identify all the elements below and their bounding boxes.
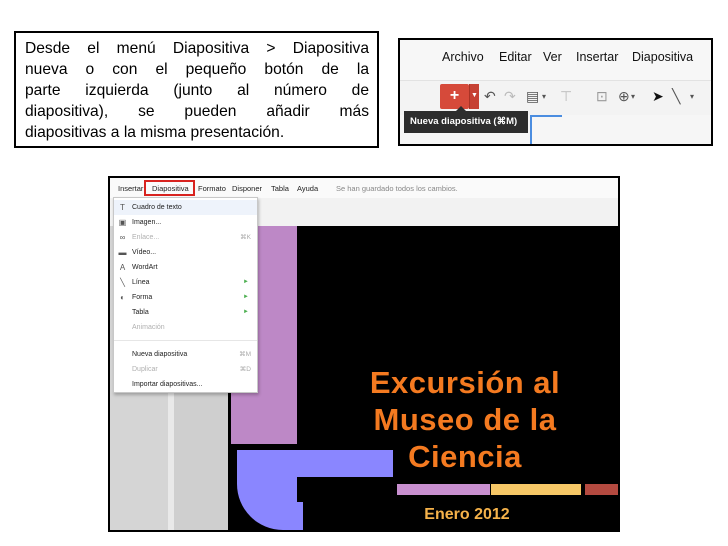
redo-icon[interactable]: ↷ bbox=[504, 88, 516, 105]
editor-screenshot: Insertar Diapositiva Formato Disponer Ta… bbox=[108, 176, 620, 532]
menu-insertar[interactable]: Insertar bbox=[118, 184, 143, 193]
menu-formato[interactable]: Formato bbox=[198, 184, 226, 193]
callout-line: diapositivas a la misma presentación. bbox=[25, 124, 285, 141]
text-box-icon: T bbox=[120, 203, 125, 212]
menu-archivo[interactable]: Archivo bbox=[442, 50, 484, 64]
menu-item-wordart[interactable]: A WordArt bbox=[114, 260, 257, 275]
menu-ver[interactable]: Ver bbox=[543, 50, 562, 64]
submenu-arrow-icon: ► bbox=[243, 294, 249, 300]
menu-item-imagen[interactable]: ▣ Imagen... bbox=[114, 215, 257, 230]
image-icon: ▣ bbox=[118, 218, 127, 227]
chevron-down-icon[interactable]: ▼ bbox=[469, 84, 479, 109]
menu-item-importar-diapositivas[interactable]: Importar diapositivas... bbox=[114, 377, 257, 392]
shape-icon: ◐ bbox=[120, 293, 125, 302]
highlight-box bbox=[144, 180, 195, 196]
instruction-callout: Desde el menú Diapositiva > Diapositiva … bbox=[14, 31, 379, 148]
callout-line: diapositiva), se pueden añadir más bbox=[25, 103, 369, 120]
callout-line: nueva o con el pequeño botón de la bbox=[25, 61, 369, 78]
toolbar-screenshot: Archivo Editar Ver Insertar Diapositiva … bbox=[398, 38, 713, 146]
slide-title: Excursión al Museo de la Ciencia bbox=[315, 364, 615, 475]
menu-item-nueva-diapositiva[interactable]: Nueva diapositiva ⌘M bbox=[114, 347, 257, 362]
menu-ayuda[interactable]: Ayuda bbox=[297, 184, 318, 193]
menu-item-tabla[interactable]: Tabla ► bbox=[114, 305, 257, 320]
wordart-icon: A bbox=[119, 263, 126, 272]
slide-thumbnail-edge bbox=[530, 115, 562, 144]
menu-item-duplicar[interactable]: Duplicar ⌘D bbox=[114, 362, 257, 377]
paint-format-icon[interactable]: ⊤ bbox=[560, 88, 572, 105]
callout-line: Desde el menú Diapositiva > Diapositiva bbox=[25, 40, 369, 57]
menu-disponer[interactable]: Disponer bbox=[232, 184, 262, 193]
menu-item-cuadro-de-texto[interactable]: T Cuadro de texto bbox=[114, 200, 257, 215]
menu-bar: Archivo Editar Ver Insertar Diapositiva bbox=[400, 40, 711, 80]
submenu-arrow-icon: ► bbox=[243, 279, 249, 285]
new-slide-tooltip: Nueva diapositiva (⌘M) bbox=[404, 106, 528, 133]
video-icon: ▬ bbox=[118, 248, 127, 257]
menu-item-video[interactable]: ▬ Vídeo... bbox=[114, 245, 257, 260]
link-icon: ∞ bbox=[119, 233, 126, 242]
menu-diapositiva[interactable]: Diapositiva bbox=[632, 50, 693, 64]
line-tool-icon[interactable]: ╲ bbox=[672, 88, 680, 105]
slide-date: Enero 2012 bbox=[424, 506, 510, 523]
slide-stripe bbox=[397, 484, 490, 495]
line-icon: ╲ bbox=[120, 278, 125, 287]
callout-line: parte izquierda (junto al número de bbox=[25, 82, 369, 99]
menu-separator bbox=[114, 340, 257, 341]
chevron-down-icon[interactable]: ▾ bbox=[542, 92, 546, 101]
menu-item-animacion[interactable]: Animación bbox=[114, 320, 257, 335]
menu-editar[interactable]: Editar bbox=[499, 50, 532, 64]
slide-stripe bbox=[491, 484, 581, 495]
menu-tabla[interactable]: Tabla bbox=[271, 184, 289, 193]
menu-item-forma[interactable]: ◐ Forma ► bbox=[114, 290, 257, 305]
save-status: Se han guardado todos los cambios. bbox=[336, 184, 458, 193]
submenu-arrow-icon: ► bbox=[243, 309, 249, 315]
menu-item-linea[interactable]: ╲ Línea ► bbox=[114, 275, 257, 290]
zoom-icon[interactable]: ⊕ bbox=[618, 88, 630, 105]
slide-stripe bbox=[585, 484, 618, 495]
chevron-down-icon[interactable]: ▾ bbox=[690, 92, 694, 101]
diapositiva-dropdown: T Cuadro de texto ▣ Imagen... ∞ Enlace..… bbox=[113, 197, 258, 393]
zoom-fit-icon[interactable]: ⊡ bbox=[596, 88, 608, 105]
undo-icon[interactable]: ↶ bbox=[484, 88, 496, 105]
clipboard-icon[interactable]: ▤ bbox=[526, 88, 539, 105]
slide-title-line: Museo de la bbox=[373, 402, 557, 437]
select-pointer-icon[interactable]: ➤ bbox=[652, 88, 664, 105]
menu-item-enlace[interactable]: ∞ Enlace... ⌘K bbox=[114, 230, 257, 245]
slide-title-line: Excursión al bbox=[369, 365, 561, 400]
chevron-down-icon[interactable]: ▾ bbox=[631, 92, 635, 101]
slide-title-line: Ciencia bbox=[408, 439, 522, 474]
menu-insertar[interactable]: Insertar bbox=[576, 50, 618, 64]
